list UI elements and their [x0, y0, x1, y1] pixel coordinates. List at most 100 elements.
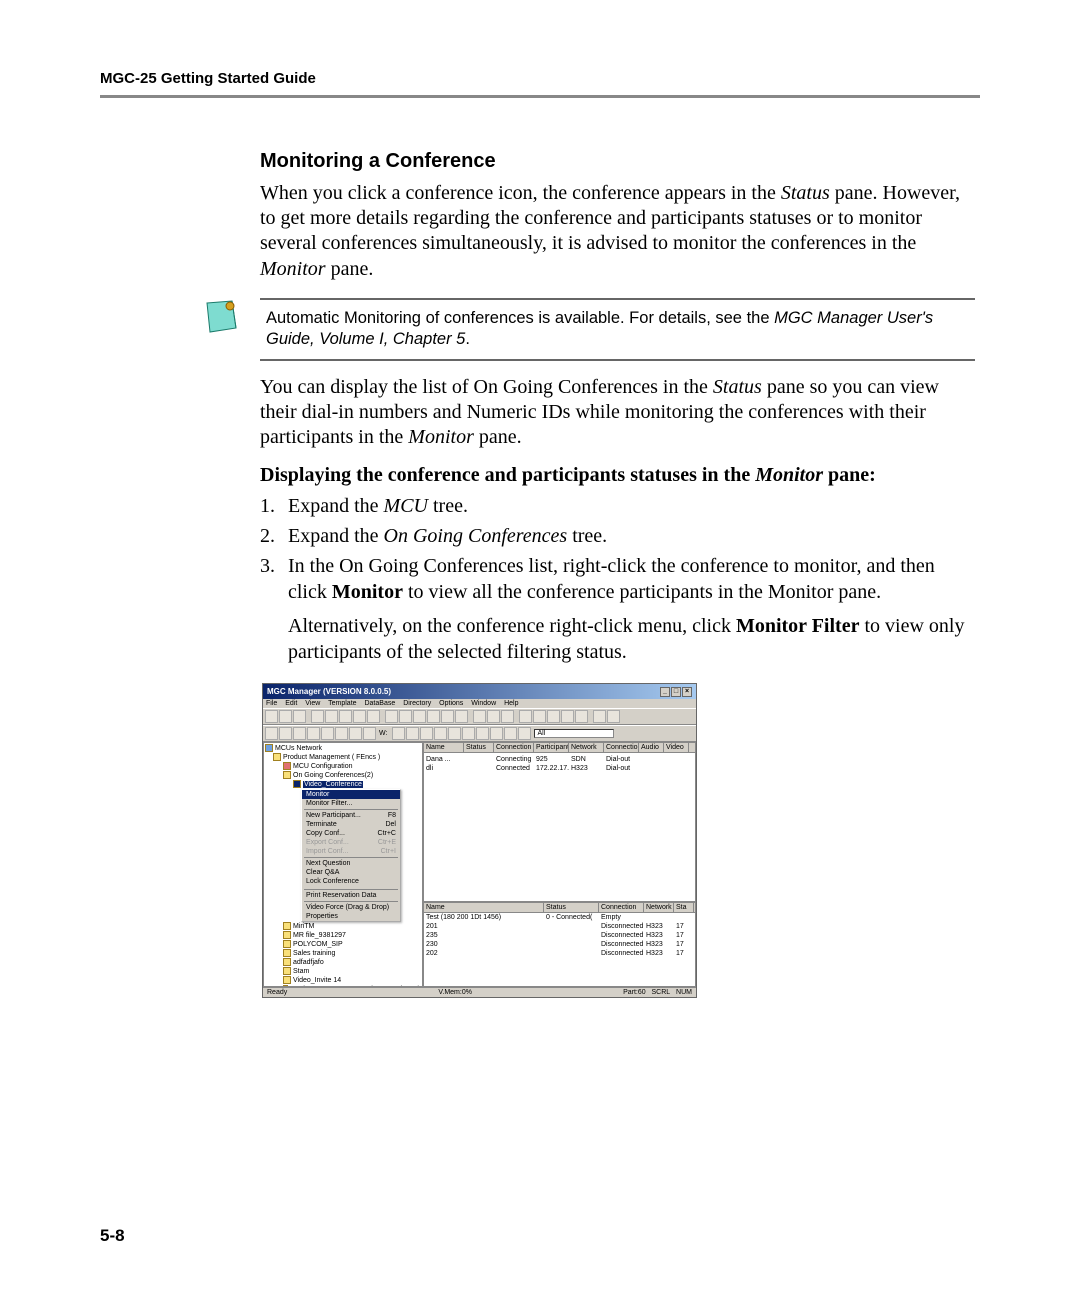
menu-window[interactable]: Window — [471, 700, 496, 707]
text: to view all the conference participants … — [403, 581, 881, 603]
toolbar-button[interactable] — [607, 710, 620, 723]
tree-node[interactable]: POLYCOM_SIP — [283, 940, 421, 949]
context-menu-item[interactable]: Lock Conference — [302, 877, 400, 886]
table-row[interactable]: 235DisconnectedH32317 — [424, 931, 695, 940]
status-italic: Status — [781, 182, 830, 204]
menu-help[interactable]: Help — [504, 700, 518, 707]
context-menu-item[interactable]: Monitor — [302, 790, 400, 799]
toolbar-button[interactable] — [476, 727, 489, 740]
tree-node[interactable]: adfadfjafo — [283, 958, 421, 967]
tree-node[interactable]: Video_Invite 14 — [283, 976, 421, 985]
toolbar-button[interactable] — [413, 710, 426, 723]
table-row[interactable]: 201DisconnectedH32317 — [424, 922, 695, 931]
table-row[interactable]: Dana ...Connecting925SDNDial-out — [424, 755, 695, 764]
minimize-icon[interactable]: _ — [660, 687, 670, 697]
context-menu-item[interactable]: Export Conf...Ctr+E — [302, 838, 400, 847]
toolbar-button[interactable] — [399, 710, 412, 723]
context-menu-item[interactable] — [302, 886, 400, 888]
tree-root[interactable]: MCUs Network — [265, 744, 421, 753]
context-menu[interactable]: MonitorMonitor Filter... New Participant.… — [301, 789, 401, 922]
menu-template[interactable]: Template — [328, 700, 356, 707]
mcu-italic: MCU — [384, 495, 428, 517]
menu-directory[interactable]: Directory — [403, 700, 431, 707]
tree-node[interactable]: MR file_9381297 — [283, 931, 421, 940]
toolbar-button[interactable] — [473, 710, 486, 723]
tree-node[interactable]: On Going Conferences(2) — [283, 771, 421, 780]
toolbar-button[interactable] — [593, 710, 606, 723]
toolbar-button[interactable] — [504, 727, 517, 740]
monitor-grid-body[interactable]: Test (180 200 1Dt 1456)0 - Connected(Emp… — [423, 913, 696, 988]
tree-node[interactable]: MiriTM — [283, 922, 421, 931]
toolbar-button[interactable] — [307, 727, 320, 740]
toolbar-button[interactable] — [462, 727, 475, 740]
toolbar-button[interactable] — [367, 710, 380, 723]
context-menu-item[interactable]: Monitor Filter... — [302, 799, 400, 808]
toolbar-button[interactable] — [339, 710, 352, 723]
toolbar-button[interactable] — [501, 710, 514, 723]
toolbar-button[interactable] — [325, 710, 338, 723]
context-menu-item[interactable]: Video Force (Drag & Drop) — [302, 903, 400, 912]
menu-view[interactable]: View — [305, 700, 320, 707]
toolbar-button[interactable] — [434, 727, 447, 740]
toolbar-button[interactable] — [279, 727, 292, 740]
table-row[interactable]: Test (180 200 1Dt 1456)0 - Connected(Emp… — [424, 913, 695, 922]
context-menu-item[interactable]: Next Question — [302, 859, 400, 868]
tree-node[interactable]: MCU Configuration — [283, 762, 421, 771]
menu-options[interactable]: Options — [439, 700, 463, 707]
toolbar-button[interactable] — [487, 710, 500, 723]
table-row[interactable]: 202DisconnectedH32317 — [424, 949, 695, 958]
toolbar-button[interactable] — [353, 710, 366, 723]
toolbar-button[interactable] — [349, 727, 362, 740]
toolbar-button[interactable] — [392, 727, 405, 740]
context-menu-item[interactable]: Print Reservation Data — [302, 891, 400, 900]
tree-pane[interactable]: MCUs Network Product Management ( FEncs … — [263, 742, 423, 987]
close-icon[interactable]: × — [682, 687, 692, 697]
context-menu-item[interactable]: Properties — [302, 912, 400, 921]
toolbar-button[interactable] — [265, 727, 278, 740]
tree-node[interactable]: Product Management ( FEncs ) — [273, 753, 421, 762]
toolbar-button[interactable] — [293, 727, 306, 740]
context-menu-item[interactable]: TerminateDel — [302, 820, 400, 829]
toolbar-button[interactable] — [363, 727, 376, 740]
filter-combo[interactable]: All — [534, 729, 614, 738]
tree-node[interactable]: Stam — [283, 967, 421, 976]
table-row[interactable]: 230DisconnectedH32317 — [424, 940, 695, 949]
toolbar-button[interactable] — [406, 727, 419, 740]
tree-node-selected[interactable]: Video_Conference — [293, 780, 421, 789]
menu-edit[interactable]: Edit — [285, 700, 297, 707]
toolbar-button[interactable] — [420, 727, 433, 740]
restore-icon[interactable]: □ — [671, 687, 681, 697]
toolbar-button[interactable] — [293, 710, 306, 723]
monitor-grid-header: NameStatusConnectionNetworkSta — [423, 902, 696, 913]
toolbar-button[interactable] — [321, 727, 334, 740]
tree-node[interactable]: Sales training — [283, 949, 421, 958]
toolbar-button[interactable] — [490, 727, 503, 740]
status-grid-header: NameStatusConnectionParticipantNetworkCo… — [423, 742, 696, 753]
table-row[interactable]: dliConnected172.22.17...H323Dial-out — [424, 764, 695, 773]
context-menu-item[interactable]: Import Conf...Ctr+I — [302, 847, 400, 856]
toolbar-button[interactable] — [311, 710, 324, 723]
item-icon — [283, 967, 291, 975]
toolbar-button[interactable] — [441, 710, 454, 723]
toolbar-button[interactable] — [575, 710, 588, 723]
toolbar-button[interactable] — [448, 727, 461, 740]
toolbar-button[interactable] — [265, 710, 278, 723]
toolbar-button[interactable] — [427, 710, 440, 723]
toolbar-button[interactable] — [519, 710, 532, 723]
toolbar-button[interactable] — [455, 710, 468, 723]
context-menu-item[interactable]: Clear Q&A — [302, 868, 400, 877]
toolbar-button[interactable] — [533, 710, 546, 723]
toolbar-button[interactable] — [561, 710, 574, 723]
context-menu-item[interactable]: New Participant...F8 — [302, 811, 400, 820]
menubar[interactable]: File Edit View Template DataBase Directo… — [263, 699, 696, 708]
context-menu-item[interactable]: Copy Conf...Ctr+C — [302, 829, 400, 838]
menu-file[interactable]: File — [266, 700, 277, 707]
status-grid-body[interactable]: Dana ...Connecting925SDNDial-outdliConne… — [423, 753, 696, 901]
window-buttons[interactable]: _□× — [659, 686, 692, 697]
toolbar-button[interactable] — [335, 727, 348, 740]
toolbar-button[interactable] — [385, 710, 398, 723]
toolbar-button[interactable] — [547, 710, 560, 723]
menu-database[interactable]: DataBase — [364, 700, 395, 707]
toolbar-button[interactable] — [279, 710, 292, 723]
toolbar-button[interactable] — [518, 727, 531, 740]
